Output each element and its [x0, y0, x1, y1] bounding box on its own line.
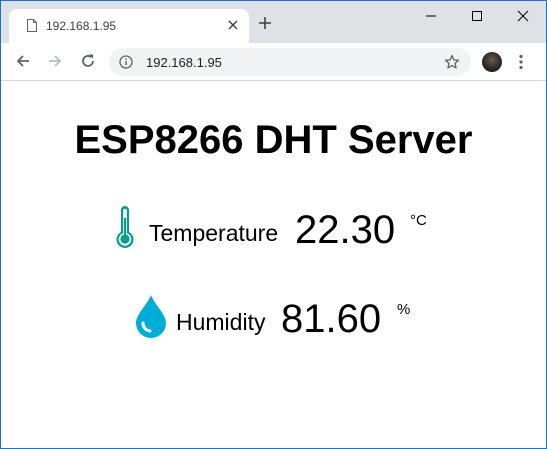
back-arrow-icon[interactable] — [15, 53, 31, 69]
humidity-unit: % — [397, 301, 411, 318]
page-content: ESP8266 DHT Server Temperature 22.30 °C … — [1, 81, 546, 448]
humidity-reading: Humidity 81.60 % — [1, 292, 546, 352]
page-icon — [27, 19, 37, 32]
thermometer-icon — [116, 206, 134, 248]
menu-icon[interactable] — [519, 54, 523, 70]
tab-strip: 192.168.1.95 — [1, 1, 546, 43]
star-icon[interactable] — [444, 54, 460, 70]
browser-window: 192.168.1.95 192.168.1.95 ESP8266 DHT Se… — [0, 0, 547, 449]
temperature-unit: °C — [410, 212, 427, 229]
reload-icon[interactable] — [80, 53, 96, 69]
forward-arrow-icon[interactable] — [47, 53, 63, 69]
close-window-button[interactable] — [500, 1, 546, 31]
browser-toolbar: 192.168.1.95 — [1, 43, 546, 81]
minimize-button[interactable] — [408, 1, 454, 31]
maximize-icon — [472, 11, 482, 21]
temperature-label: Temperature — [149, 220, 279, 246]
new-tab-plus-icon[interactable] — [257, 15, 273, 31]
water-drop-icon — [136, 295, 166, 338]
tab-title: 192.168.1.95 — [46, 19, 117, 33]
temperature-value: 22.30 — [295, 208, 396, 252]
profile-avatar[interactable] — [482, 52, 502, 72]
close-window-icon — [517, 10, 529, 22]
url-text[interactable]: 192.168.1.95 — [146, 55, 222, 70]
minimize-icon — [426, 15, 436, 17]
temperature-reading: Temperature 22.30 °C — [1, 204, 546, 264]
address-bar[interactable]: 192.168.1.95 — [109, 48, 471, 76]
humidity-value: 81.60 — [281, 297, 382, 341]
close-tab-icon[interactable] — [227, 19, 239, 31]
humidity-label: Humidity — [176, 309, 266, 335]
browser-tab[interactable]: 192.168.1.95 — [9, 9, 249, 43]
page-title: ESP8266 DHT Server — [74, 118, 473, 162]
info-icon[interactable] — [119, 55, 133, 69]
maximize-button[interactable] — [454, 1, 500, 31]
